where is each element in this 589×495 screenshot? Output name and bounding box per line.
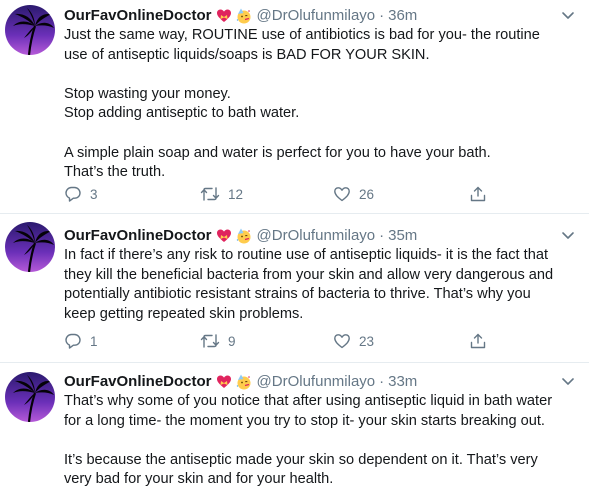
avatar[interactable]: [5, 372, 55, 422]
reply-button[interactable]: 3: [64, 185, 98, 203]
separator-dot: ·: [379, 373, 385, 390]
display-name[interactable]: OurFavOnlineDoctor: [64, 6, 212, 26]
avatar[interactable]: [5, 222, 55, 272]
heart-with-ribbon-emoji-icon: [216, 228, 232, 244]
tweet-line: Just the same way, ROUTINE use of antibi…: [64, 27, 540, 43]
reply-icon: [65, 333, 81, 349]
timestamp[interactable]: 35m: [388, 226, 417, 246]
tweet[interactable]: OurFavOnlineDoctor @DrOlufunmilayo · 33m…: [0, 364, 589, 495]
tweet-line: Stop wasting your money.: [64, 85, 231, 102]
heart-with-ribbon-emoji-icon: [216, 374, 232, 390]
reply-button[interactable]: 1: [64, 332, 98, 350]
retweet-button[interactable]: 9: [200, 332, 236, 350]
tweet[interactable]: OurFavOnlineDoctor @DrOlufunmilayo · 36m…: [0, 0, 589, 214]
share-icon: [470, 333, 486, 349]
tweet-header: OurFavOnlineDoctor @DrOlufunmilayo · 36m: [64, 6, 577, 26]
partying-face-emoji-icon: [236, 374, 252, 390]
user-handle[interactable]: @DrOlufunmilayo: [257, 6, 376, 26]
heart-icon: [334, 334, 350, 349]
timestamp[interactable]: 33m: [388, 372, 417, 392]
share-button[interactable]: [469, 332, 487, 350]
user-handle[interactable]: @DrOlufunmilayo: [257, 372, 376, 392]
retweet-icon: [200, 187, 220, 201]
user-handle[interactable]: @DrOlufunmilayo: [257, 226, 376, 246]
tweet-actions: 3 12 26: [64, 185, 494, 207]
tweet-line: In fact if there’s any risk to routine u…: [64, 247, 548, 263]
tweet-line: potentially antibiotic resistant strains…: [64, 286, 531, 303]
tweet-actions: 1 9 23: [64, 332, 494, 354]
heart-icon: [334, 187, 350, 202]
retweet-count: 9: [228, 333, 236, 349]
palm-tree-sunset-avatar-icon: [5, 372, 55, 422]
tweet-header: OurFavOnlineDoctor @DrOlufunmilayo · 35m: [64, 226, 577, 246]
tweet-line: That’s the truth.: [64, 164, 166, 181]
tweet-line-break: [64, 124, 577, 144]
chevron-down-icon[interactable]: [559, 226, 577, 244]
tweet-line: use of antiseptic liquids/soaps is BAD F…: [64, 46, 430, 63]
tweet-line-break: [64, 65, 577, 85]
tweet-text: That’s why some of you notice that after…: [64, 392, 577, 490]
tweet-line: keep getting repeated skin problems.: [64, 305, 304, 322]
reply-count: 3: [90, 186, 98, 202]
retweet-count: 12: [228, 186, 244, 202]
partying-face-emoji-icon: [236, 228, 252, 244]
share-button[interactable]: [469, 185, 487, 203]
tweet-line-break: [64, 431, 577, 451]
reply-icon: [65, 186, 81, 202]
chevron-down-icon[interactable]: [559, 372, 577, 390]
tweet-text: Just the same way, ROUTINE use of antibi…: [64, 26, 577, 183]
avatar[interactable]: [5, 5, 55, 55]
display-name[interactable]: OurFavOnlineDoctor: [64, 226, 212, 246]
like-button[interactable]: 26: [333, 185, 374, 203]
tweet-line: very bad for your skin and for your heal…: [64, 471, 334, 488]
display-name[interactable]: OurFavOnlineDoctor: [64, 372, 212, 392]
timestamp[interactable]: 36m: [388, 6, 417, 26]
separator-dot: ·: [379, 7, 385, 24]
tweet-line: That’s why some of you notice that after…: [64, 393, 553, 409]
tweet-line: It’s because the antiseptic made your sk…: [64, 451, 538, 468]
tweet-line: Stop adding antiseptic to bath water.: [64, 105, 300, 122]
retweet-button[interactable]: 12: [200, 185, 243, 203]
heart-with-ribbon-emoji-icon: [216, 8, 232, 24]
palm-tree-sunset-avatar-icon: [5, 5, 55, 55]
tweet-timeline: OurFavOnlineDoctor @DrOlufunmilayo · 36m…: [0, 0, 589, 495]
tweet[interactable]: OurFavOnlineDoctor @DrOlufunmilayo · 35m…: [0, 215, 589, 363]
like-count: 26: [359, 186, 375, 202]
reply-count: 1: [90, 333, 98, 349]
chevron-down-icon[interactable]: [559, 6, 577, 24]
like-button[interactable]: 23: [333, 332, 374, 350]
like-count: 23: [359, 333, 375, 349]
tweet-header: OurFavOnlineDoctor @DrOlufunmilayo · 33m: [64, 372, 577, 392]
tweet-line: for a long time- the moment you try to s…: [64, 412, 545, 429]
tweet-line: A simple plain soap and water is perfect…: [64, 144, 491, 161]
partying-face-emoji-icon: [236, 8, 252, 24]
separator-dot: ·: [379, 227, 385, 244]
retweet-icon: [200, 334, 220, 348]
palm-tree-sunset-avatar-icon: [5, 222, 55, 272]
share-icon: [470, 186, 486, 202]
tweet-line: they kill the beneficial bacteria from y…: [64, 266, 554, 283]
tweet-text: In fact if there’s any risk to routine u…: [64, 246, 577, 324]
